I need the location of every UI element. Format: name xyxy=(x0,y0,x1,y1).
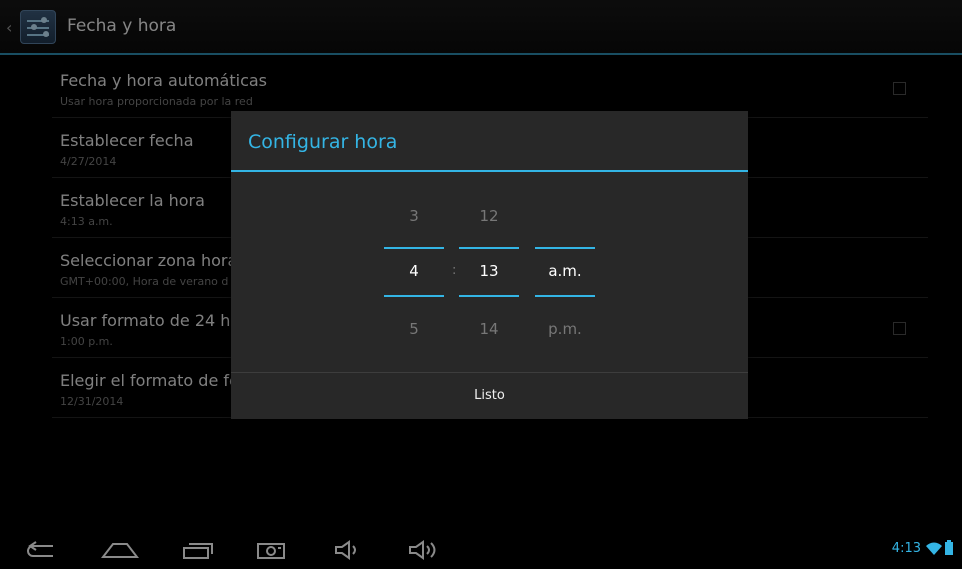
volume-up-icon[interactable] xyxy=(404,536,444,564)
minute-current[interactable]: 13 xyxy=(459,262,519,280)
screenshot-icon[interactable] xyxy=(253,536,289,564)
system-bar: 4:13 xyxy=(0,530,962,569)
hour-picker[interactable]: 3 4 5 xyxy=(384,111,444,371)
ampm-picker[interactable]: a.m. p.m. xyxy=(535,111,595,371)
hour-current[interactable]: 4 xyxy=(384,262,444,280)
picker-divider xyxy=(384,295,444,297)
ampm-next[interactable]: p.m. xyxy=(535,320,595,338)
minute-next[interactable]: 14 xyxy=(459,320,519,338)
time-picker-dialog: Configurar hora 3 4 5 : 12 13 14 a.m. p.… xyxy=(231,111,748,419)
ampm-current[interactable]: a.m. xyxy=(535,262,595,280)
back-icon[interactable] xyxy=(20,536,60,564)
time-separator: : xyxy=(452,263,457,278)
wifi-icon xyxy=(926,541,942,560)
picker-divider xyxy=(384,247,444,249)
picker-divider xyxy=(535,247,595,249)
hour-prev[interactable]: 3 xyxy=(384,207,444,225)
picker-divider xyxy=(459,295,519,297)
minute-prev[interactable]: 12 xyxy=(459,207,519,225)
done-button[interactable]: Listo xyxy=(231,373,748,419)
hour-next[interactable]: 5 xyxy=(384,320,444,338)
minute-picker[interactable]: 12 13 14 xyxy=(459,111,519,371)
recent-apps-icon[interactable] xyxy=(178,536,218,564)
dialog-title: Configurar hora xyxy=(248,131,398,153)
picker-divider xyxy=(459,247,519,249)
home-icon[interactable] xyxy=(100,536,140,564)
battery-icon xyxy=(945,540,953,559)
picker-divider xyxy=(535,295,595,297)
status-clock: 4:13 xyxy=(891,541,921,556)
volume-down-icon[interactable] xyxy=(330,536,366,564)
